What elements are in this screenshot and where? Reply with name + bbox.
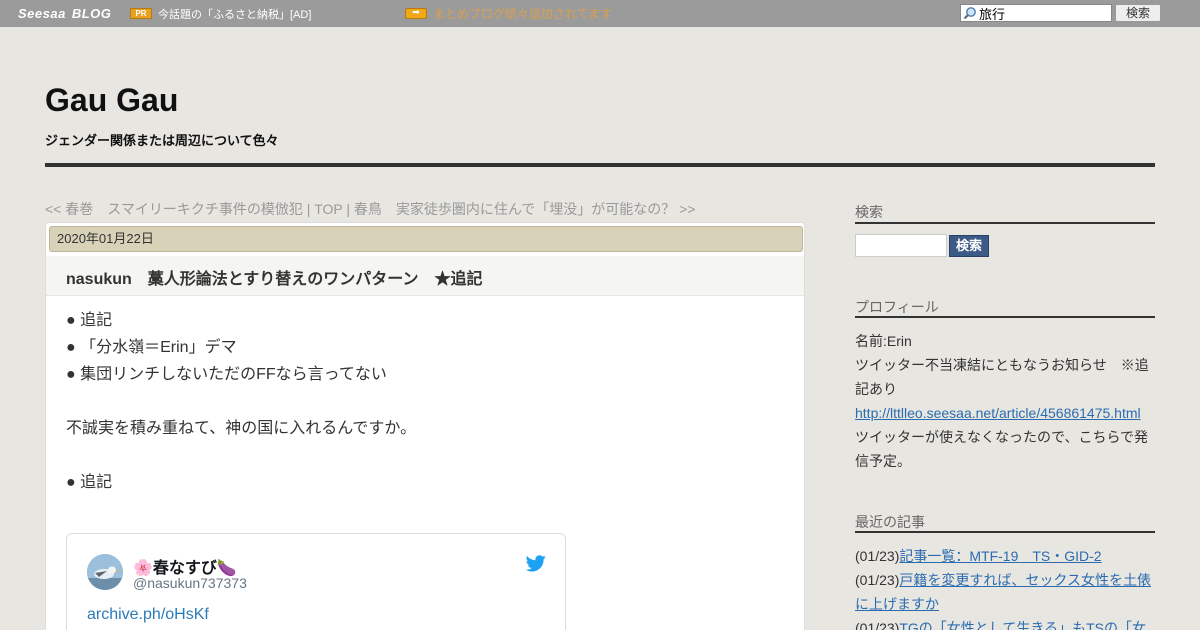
tweet-link[interactable]: archive.ph/oHsKf xyxy=(87,606,209,624)
profile-note: ツイッターが使えなくなったので、こちらで発信予定。 xyxy=(855,429,1149,469)
promo-link[interactable]: まとめブログ続々追加されてます xyxy=(433,5,612,22)
article-blank-line xyxy=(66,388,786,415)
recent-date: (01/23) xyxy=(855,620,900,630)
recent-date: (01/23) xyxy=(855,572,900,588)
magnifier-icon xyxy=(963,7,976,20)
article-date: 2020年01月22日 xyxy=(49,226,803,252)
sidebar-divider xyxy=(855,531,1155,533)
site-title[interactable]: Gau Gau xyxy=(45,82,178,119)
header-divider xyxy=(45,163,1155,167)
seagull-avatar-icon xyxy=(87,554,123,590)
profile-section: 名前:Erin ツイッター不当凍結にともなうお知らせ ※追記あり http://… xyxy=(855,329,1155,473)
arrow-right-icon: ➡ xyxy=(405,8,427,19)
top-search-input[interactable] xyxy=(979,5,1109,21)
sidebar-recent-heading: 最近の記事 xyxy=(855,514,925,530)
list-item: (01/23)TGの「女性として生きる」もTSの「女 xyxy=(855,616,1155,630)
article-line: ● 追記 xyxy=(66,474,113,491)
article-line: ● 「分水嶺＝Erin」デマ xyxy=(66,339,237,356)
profile-notice: ツイッター不当凍結にともなうお知らせ ※追記あり xyxy=(855,357,1149,397)
article-blank-line xyxy=(66,442,786,469)
top-search-button[interactable]: 検索 xyxy=(1115,4,1161,22)
profile-url-link[interactable]: http://lttlleo.seesaa.net/article/456861… xyxy=(855,405,1141,421)
article-title-bar: nasukun 藁人形論法とすり替えのワンパターン ★追記 xyxy=(46,256,804,296)
recent-article-link[interactable]: 戸籍を変更すれば、セックス女性を土俵に上げますか xyxy=(855,572,1151,612)
sidebar-divider xyxy=(855,222,1155,224)
recent-article-link[interactable]: TGの「女性として生きる」もTSの「女 xyxy=(899,620,1146,630)
sidebar-search-button[interactable]: 検索 xyxy=(949,235,989,257)
logo-blog-text: BLOG xyxy=(71,6,112,21)
article-title[interactable]: nasukun 藁人形論法とすり替えのワンパターン ★追記 xyxy=(66,265,483,289)
article-line: ● 集団リンチしないただのFFなら言ってない xyxy=(66,366,387,383)
article-card: 2020年01月22日 nasukun 藁人形論法とすり替えのワンパターン ★追… xyxy=(45,222,805,630)
top-bar: Seesaa BLOG PR 今話題の「ふるさと納税」[AD] ➡ まとめブログ続… xyxy=(0,0,1200,27)
pr-link[interactable]: 今話題の「ふるさと納税」[AD] xyxy=(158,6,311,22)
top-search-box xyxy=(960,4,1112,22)
seesaa-logo[interactable]: Seesaa BLOG xyxy=(18,6,111,21)
sidebar-search-input[interactable] xyxy=(855,234,947,257)
twitter-bird-icon[interactable] xyxy=(526,555,546,572)
list-item: (01/23)記事一覧：MTF-19 TS・GID-2 xyxy=(855,544,1155,568)
avatar[interactable] xyxy=(87,554,123,590)
list-item: (01/23)戸籍を変更すれば、セックス女性を土俵に上げますか xyxy=(855,568,1155,616)
recent-date: (01/23) xyxy=(855,548,900,564)
embedded-tweet[interactable]: 🌸春なすび🍆 @nasukun737373 archive.ph/oHsKf xyxy=(66,533,566,630)
logo-text: Seesaa xyxy=(18,6,66,21)
recent-article-link[interactable]: 記事一覧：MTF-19 TS・GID-2 xyxy=(899,548,1101,564)
article-navigation[interactable]: << 春巻 スマイリーキクチ事件の模倣犯 | TOP | 春鳥 実家徒歩圏内に住… xyxy=(45,199,695,219)
tweet-author-handle[interactable]: @nasukun737373 xyxy=(133,575,247,591)
site-description: ジェンダー関係または周辺について色々 xyxy=(45,133,279,148)
sidebar-search-heading: 検索 xyxy=(855,204,883,220)
sidebar-divider xyxy=(855,316,1155,318)
article-line: ● 追記 xyxy=(66,312,113,329)
recent-articles-list: (01/23)記事一覧：MTF-19 TS・GID-2 (01/23)戸籍を変更… xyxy=(855,544,1155,630)
pr-badge: PR xyxy=(130,8,152,19)
article-body: ● 追記 ● 「分水嶺＝Erin」デマ ● 集団リンチしないただのFFなら言って… xyxy=(66,307,786,496)
sidebar-profile-heading: プロフィール xyxy=(855,299,939,315)
article-line: 不誠実を積み重ねて、神の国に入れるんですか。 xyxy=(66,420,417,437)
profile-name: 名前:Erin xyxy=(855,333,912,349)
